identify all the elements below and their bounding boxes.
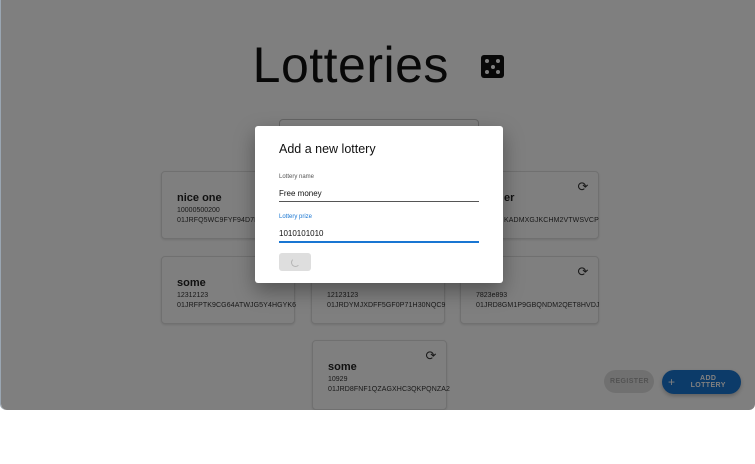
lottery-prize-input[interactable] xyxy=(279,229,479,243)
lottery-prize-label: Lottery prize xyxy=(279,214,313,220)
lottery-prize-field: Lottery prize xyxy=(279,214,479,243)
spinner-icon xyxy=(290,257,300,267)
lottery-name-field: Lottery name xyxy=(279,174,479,202)
app-window: Lotteries nice one 10000500200 01JRFQ5WC… xyxy=(0,0,755,410)
submit-button[interactable] xyxy=(279,253,311,271)
dialog-title: Add a new lottery xyxy=(279,142,376,156)
lottery-name-input[interactable] xyxy=(279,189,479,202)
lottery-name-label: Lottery name xyxy=(279,174,315,180)
add-lottery-dialog: Add a new lottery Lottery name Lottery p… xyxy=(255,126,503,283)
